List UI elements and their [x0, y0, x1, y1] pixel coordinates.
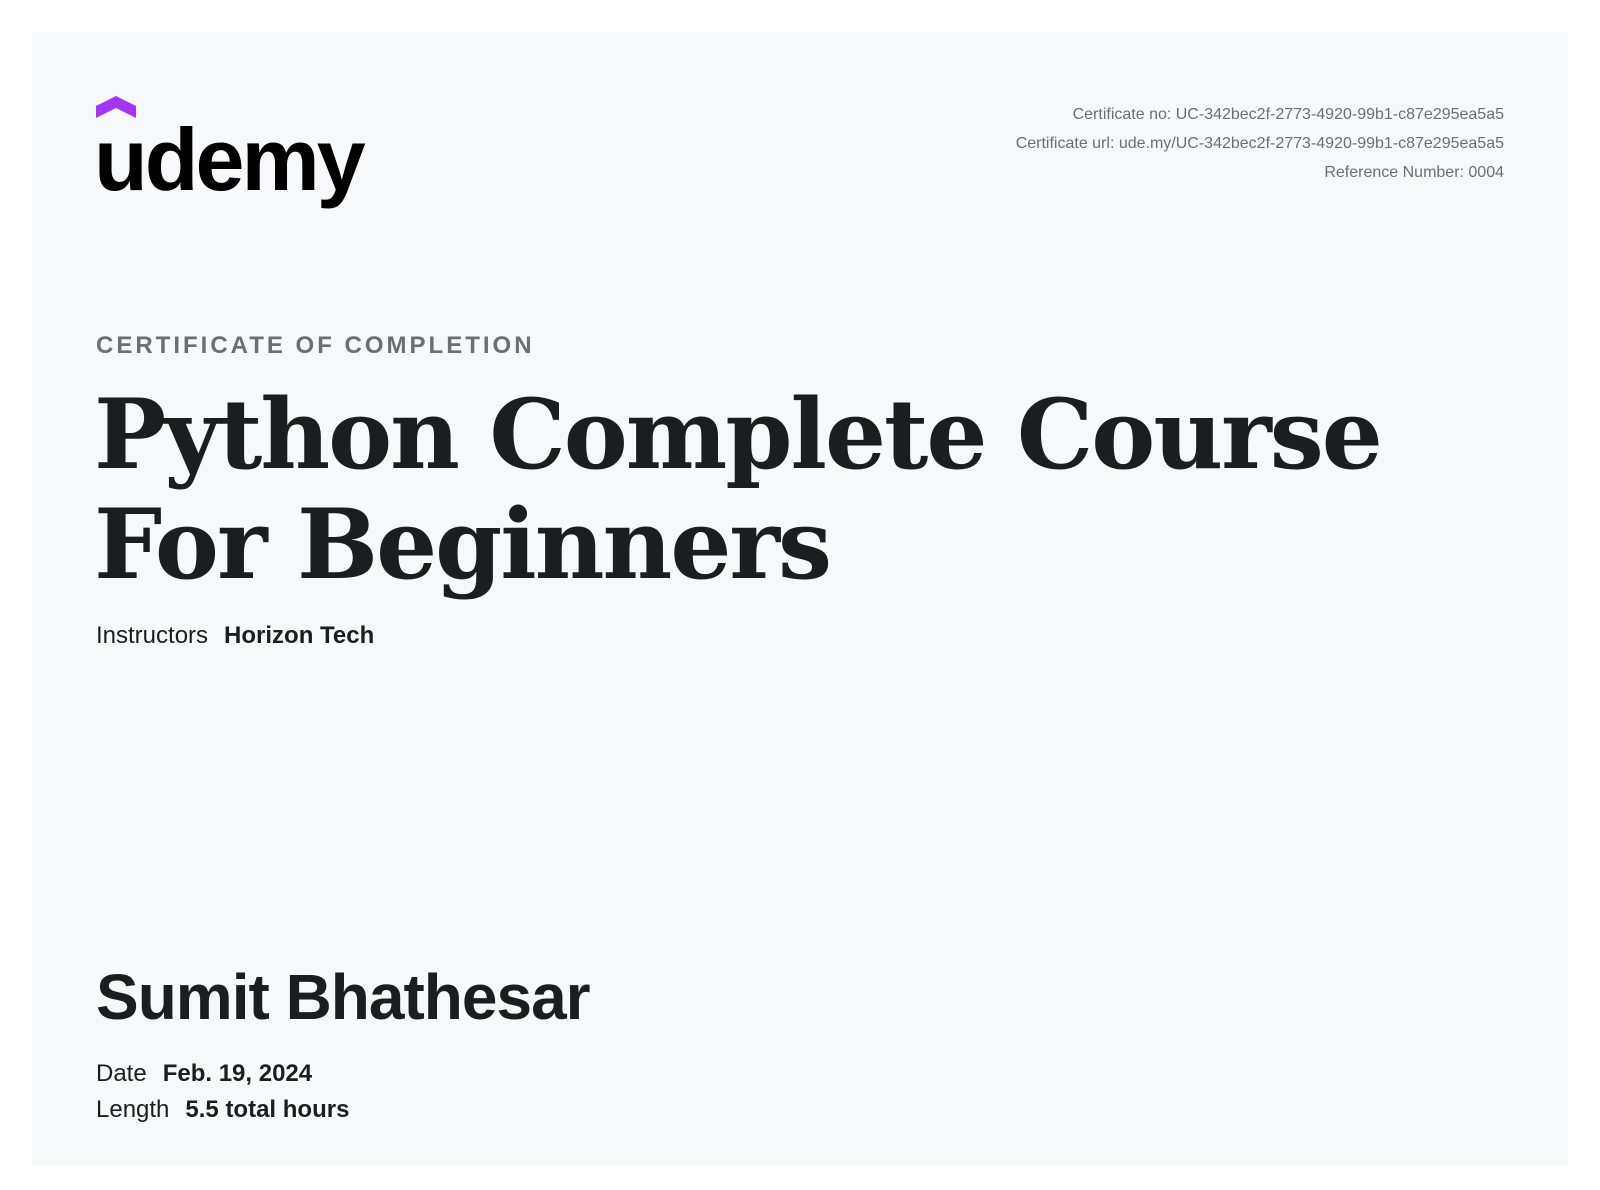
course-title: Python Complete Course For Beginners [94, 378, 1383, 601]
certificate-meta: Certificate no: UC-342bec2f-2773-4920-99… [1016, 100, 1504, 187]
date-label: Date [96, 1060, 147, 1087]
completion-details: Date Feb. 19, 2024 Length 5.5 total hours [96, 1056, 349, 1128]
instructors-label: Instructors [96, 622, 209, 649]
date-value: Feb. 19, 2024 [162, 1060, 313, 1087]
instructors-line: Instructors Horizon Tech [96, 622, 374, 650]
certificate-card: udemy Certificate no: UC-342bec2f-2773-4… [32, 32, 1568, 1166]
logo-wordmark: udemy [94, 110, 366, 209]
student-name: Sumit Bhathesar [96, 961, 591, 1033]
length-value: 5.5 total hours [185, 1096, 350, 1123]
length-row: Length 5.5 total hours [96, 1092, 349, 1128]
certificate-eyebrow: CERTIFICATE OF COMPLETION [96, 332, 535, 359]
certificate-url: Certificate url: ude.my/UC-342bec2f-2773… [1015, 135, 1504, 152]
reference-number: Reference Number: 0004 [1324, 164, 1504, 181]
instructors-value: Horizon Tech [224, 622, 375, 649]
certificate-number: Certificate no: UC-342bec2f-2773-4920-99… [1072, 106, 1504, 123]
length-label: Length [96, 1096, 170, 1123]
udemy-logo: udemy [94, 96, 366, 226]
date-row: Date Feb. 19, 2024 [96, 1056, 349, 1092]
